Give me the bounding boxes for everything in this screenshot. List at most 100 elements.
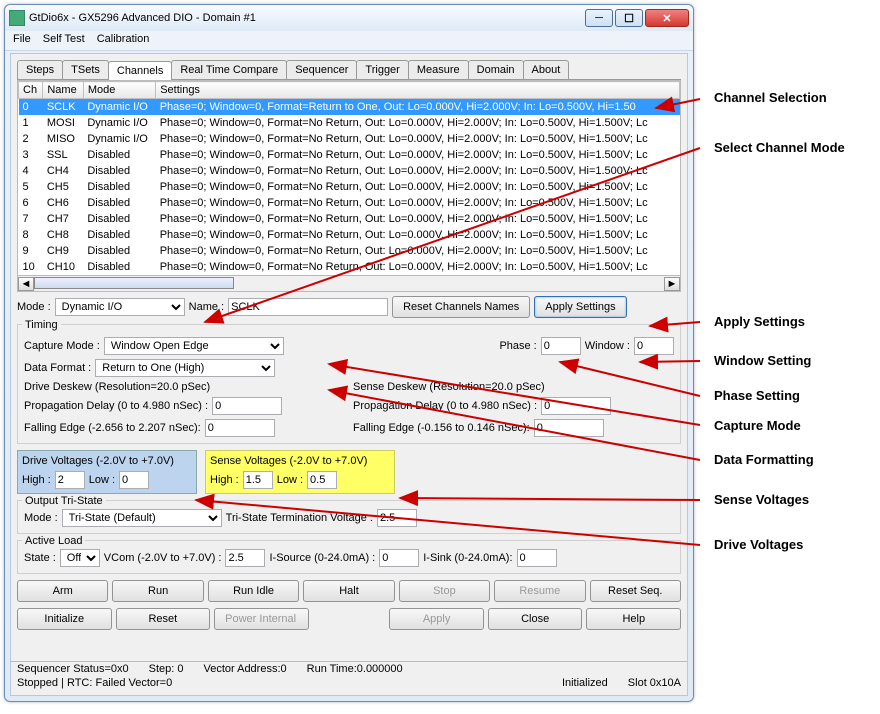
sense-deskew-label: Sense Deskew (Resolution=20.0 pSec)	[353, 381, 674, 393]
name-label: Name :	[189, 301, 224, 313]
app-icon	[9, 10, 25, 26]
channel-table[interactable]: ChNameModeSettings0SCLKDynamic I/OPhase=…	[17, 80, 681, 276]
menu-calibration[interactable]: Calibration	[97, 33, 150, 48]
tab-real-time-compare[interactable]: Real Time Compare	[171, 60, 287, 79]
al-isink-input[interactable]	[517, 549, 557, 567]
run-button[interactable]: Run	[112, 580, 203, 602]
tab-tsets[interactable]: TSets	[62, 60, 109, 79]
table-row[interactable]: 0SCLKDynamic I/OPhase=0; Window=0, Forma…	[19, 99, 680, 116]
reset-button[interactable]: Reset	[116, 608, 211, 630]
tab-domain[interactable]: Domain	[468, 60, 524, 79]
ann-channel-mode: Select Channel Mode	[714, 140, 845, 155]
ann-window: Window Setting	[714, 353, 811, 368]
table-h-scrollbar[interactable]: ◄ ►	[17, 276, 681, 292]
window-input[interactable]	[634, 337, 674, 355]
tab-sequencer[interactable]: Sequencer	[286, 60, 357, 79]
mode-label: Mode :	[17, 301, 51, 313]
help-button[interactable]: Help	[586, 608, 681, 630]
status-bar: Sequencer Status=0x0 Step: 0 Vector Addr…	[11, 661, 687, 695]
col-ch[interactable]: Ch	[19, 82, 43, 99]
table-row[interactable]: 4CH4DisabledPhase=0; Window=0, Format=No…	[19, 163, 680, 179]
apply-settings-button[interactable]: Apply Settings	[534, 296, 626, 318]
status-runtime: Run Time:0.000000	[307, 663, 403, 675]
close-button[interactable]: ✕	[645, 9, 689, 27]
ann-drive-voltages: Drive Voltages	[714, 537, 803, 552]
phase-input[interactable]	[541, 337, 581, 355]
resume-button[interactable]: Resume	[494, 580, 585, 602]
tristate-group: Output Tri-State Mode : Tri-State (Defau…	[17, 500, 681, 534]
active-load-title: Active Load	[22, 535, 85, 547]
col-mode[interactable]: Mode	[83, 82, 155, 99]
table-row[interactable]: 10CH10DisabledPhase=0; Window=0, Format=…	[19, 259, 680, 275]
ann-capture: Capture Mode	[714, 418, 801, 433]
apply-button[interactable]: Apply	[389, 608, 484, 630]
al-state-label: State :	[24, 552, 56, 564]
initialize-button[interactable]: Initialize	[17, 608, 112, 630]
titlebar: GtDio6x - GX5296 Advanced DIO - Domain #…	[5, 5, 693, 31]
al-state-select[interactable]: Off	[60, 549, 100, 567]
scroll-thumb[interactable]	[34, 277, 234, 289]
drive-prop-input[interactable]	[212, 397, 282, 415]
sense-fall-input[interactable]	[534, 419, 604, 437]
maximize-button[interactable]: ☐	[615, 9, 643, 27]
sense-high-input[interactable]	[243, 471, 273, 489]
sense-low-input[interactable]	[307, 471, 337, 489]
close-button[interactable]: Close	[488, 608, 583, 630]
table-row[interactable]: 8CH8DisabledPhase=0; Window=0, Format=No…	[19, 227, 680, 243]
tab-trigger[interactable]: Trigger	[356, 60, 408, 79]
tab-about[interactable]: About	[523, 60, 570, 79]
drive-fall-input[interactable]	[205, 419, 275, 437]
table-row[interactable]: 1MOSIDynamic I/OPhase=0; Window=0, Forma…	[19, 115, 680, 131]
table-row[interactable]: 3SSLDisabledPhase=0; Window=0, Format=No…	[19, 147, 680, 163]
al-isrc-input[interactable]	[379, 549, 419, 567]
al-isrc-label: I-Source (0-24.0mA) :	[269, 552, 375, 564]
ann-phase: Phase Setting	[714, 388, 800, 403]
table-row[interactable]: 7CH7DisabledPhase=0; Window=0, Format=No…	[19, 211, 680, 227]
tristate-term-input[interactable]	[377, 509, 417, 527]
power-internal-button[interactable]: Power Internal	[214, 608, 309, 630]
table-row[interactable]: 6CH6DisabledPhase=0; Window=0, Format=No…	[19, 195, 680, 211]
arm-button[interactable]: Arm	[17, 580, 108, 602]
table-row[interactable]: 9CH9DisabledPhase=0; Window=0, Format=No…	[19, 243, 680, 259]
channel-name-input[interactable]	[228, 298, 388, 316]
status-step: Step: 0	[149, 663, 184, 675]
stop-button[interactable]: Stop	[399, 580, 490, 602]
sense-voltages-box: Sense Voltages (-2.0V to +7.0V) High : L…	[205, 450, 395, 494]
tab-channels[interactable]: Channels	[108, 61, 172, 80]
button-row-2: InitializeResetPower Internal ApplyCloseH…	[17, 608, 681, 630]
halt-button[interactable]: Halt	[303, 580, 394, 602]
timing-title: Timing	[22, 319, 61, 331]
sense-voltages-title: Sense Voltages (-2.0V to +7.0V)	[210, 455, 390, 467]
al-vcom-input[interactable]	[225, 549, 265, 567]
menu-file[interactable]: File	[13, 33, 31, 48]
window-title: GtDio6x - GX5296 Advanced DIO - Domain #…	[29, 12, 583, 24]
sense-prop-input[interactable]	[541, 397, 611, 415]
table-row[interactable]: 2MISODynamic I/OPhase=0; Window=0, Forma…	[19, 131, 680, 147]
run-idle-button[interactable]: Run Idle	[208, 580, 299, 602]
tab-steps[interactable]: Steps	[17, 60, 63, 79]
menu-self-test[interactable]: Self Test	[43, 33, 85, 48]
capture-mode-label: Capture Mode :	[24, 340, 100, 352]
app-window: GtDio6x - GX5296 Advanced DIO - Domain #…	[4, 4, 694, 702]
tab-measure[interactable]: Measure	[408, 60, 469, 79]
ann-data-format: Data Formatting	[714, 452, 814, 467]
al-isink-label: I-Sink (0-24.0mA):	[423, 552, 512, 564]
col-settings[interactable]: Settings	[156, 82, 680, 99]
drive-high-input[interactable]	[55, 471, 85, 489]
tristate-title: Output Tri-State	[22, 495, 106, 507]
drive-low-input[interactable]	[119, 471, 149, 489]
phase-label: Phase :	[499, 340, 536, 352]
data-format-select[interactable]: Return to One (High)	[95, 359, 275, 377]
capture-mode-select[interactable]: Window Open Edge	[104, 337, 284, 355]
minimize-button[interactable]: ─	[585, 9, 613, 27]
table-row[interactable]: 5CH5DisabledPhase=0; Window=0, Format=No…	[19, 179, 680, 195]
reset-names-button[interactable]: Reset Channels Names	[392, 296, 530, 318]
reset-seq--button[interactable]: Reset Seq.	[590, 580, 681, 602]
scroll-right-icon[interactable]: ►	[664, 277, 680, 291]
ann-apply: Apply Settings	[714, 314, 805, 329]
channel-mode-select[interactable]: Dynamic I/O	[55, 298, 185, 316]
status-init: Initialized	[562, 677, 608, 689]
scroll-left-icon[interactable]: ◄	[18, 277, 34, 291]
col-name[interactable]: Name	[43, 82, 83, 99]
tristate-mode-select[interactable]: Tri-State (Default)	[62, 509, 222, 527]
